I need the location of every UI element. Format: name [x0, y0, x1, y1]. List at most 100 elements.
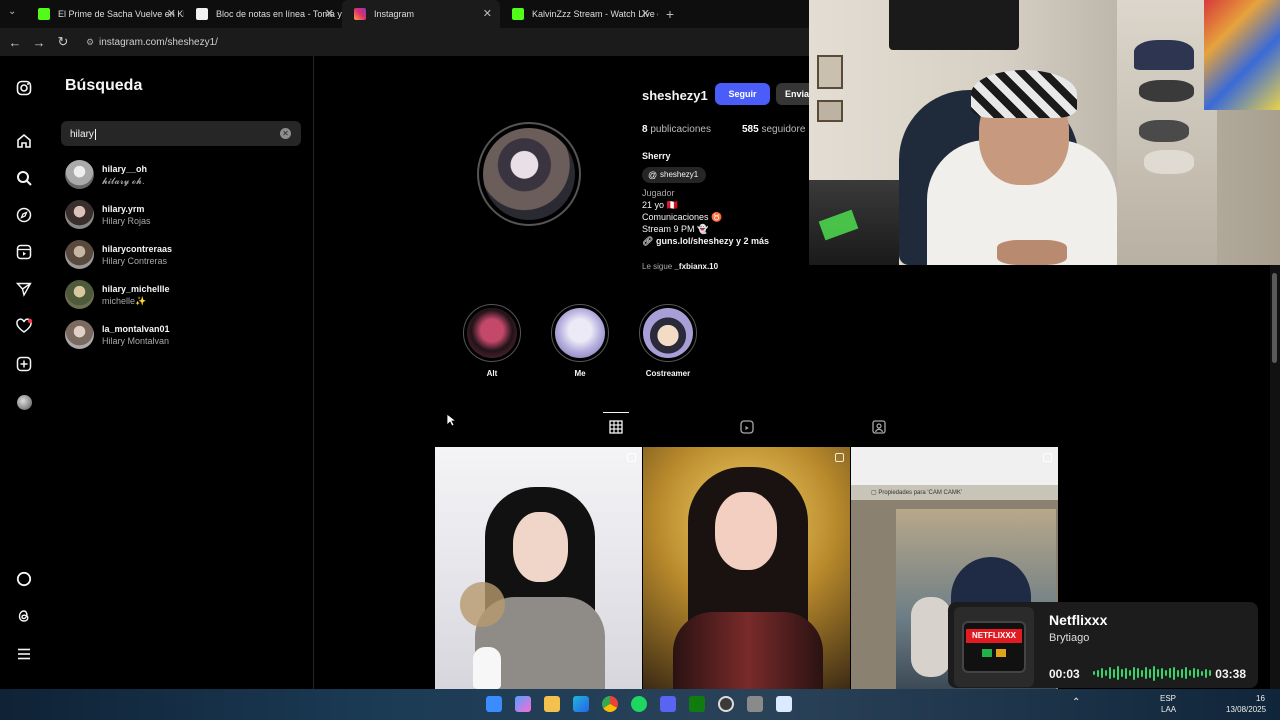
file-explorer-icon[interactable]	[544, 696, 560, 712]
current-time: 00:03	[1049, 667, 1080, 681]
reels-icon[interactable]	[14, 244, 34, 264]
keyboard-language[interactable]: ESP	[1160, 694, 1176, 703]
result-fullname: Hilary Rojas	[102, 216, 151, 226]
result-username: la_montalvan01	[102, 324, 170, 334]
waveform-bar	[1165, 670, 1167, 676]
waveform-bar	[1181, 668, 1183, 678]
post-thumbnail[interactable]	[435, 447, 642, 689]
xbox-icon[interactable]	[689, 696, 705, 712]
album-art: NETFLIXXX	[954, 607, 1034, 687]
notifications-heart-icon[interactable]	[14, 318, 34, 338]
waveform-bar	[1193, 668, 1195, 678]
kick-favicon-icon	[512, 8, 524, 20]
search-result[interactable]: hilary_michellle michelle✨	[65, 280, 295, 312]
carousel-icon	[835, 453, 844, 462]
waveform-bar	[1117, 666, 1119, 680]
forward-arrow-icon[interactable]: →	[27, 35, 51, 50]
close-tab-icon[interactable]: ✕	[641, 7, 650, 20]
search-result[interactable]: la_montalvan01 Hilary Montalvan	[65, 320, 295, 352]
profile-avatar-icon[interactable]	[14, 393, 34, 413]
tab-list-chevron-icon[interactable]: ⌄	[8, 6, 16, 17]
spotify-icon[interactable]	[631, 696, 647, 712]
track-title: Netflixxx	[1049, 612, 1108, 628]
track-artist: Brytiago	[1049, 632, 1090, 644]
new-tab-button[interactable]: +	[658, 6, 682, 22]
story-highlight[interactable]: Me	[550, 304, 610, 378]
result-fullname: 𝓱𝓲𝓵𝓪𝓻𝔂 𝓸𝓱.	[102, 176, 145, 186]
instagram-logo-icon[interactable]	[14, 80, 34, 100]
explore-icon[interactable]	[14, 207, 34, 227]
avatar	[65, 320, 94, 349]
waveform-bar	[1093, 671, 1095, 675]
back-arrow-icon[interactable]: ←	[3, 35, 27, 50]
reload-icon[interactable]: ↻	[51, 34, 75, 50]
mouse-cursor-icon	[446, 413, 456, 427]
site-info-icon[interactable]: ⚙	[81, 37, 99, 48]
waveform-bar	[1113, 668, 1115, 678]
waveform-bar	[1133, 666, 1135, 680]
story-highlight[interactable]: Alt	[462, 304, 522, 378]
tab-kick-stream[interactable]: KalvinZzz Stream - Watch Live o ✕	[500, 0, 658, 28]
threads-icon[interactable]	[14, 571, 34, 591]
followed-by[interactable]: Le sigue _fxbianx.10	[642, 262, 718, 271]
close-tab-icon[interactable]: ✕	[167, 7, 176, 20]
close-tab-icon[interactable]: ✕	[483, 7, 492, 20]
search-input[interactable]: hilary ✕	[61, 121, 301, 146]
clear-search-icon[interactable]: ✕	[280, 128, 291, 139]
instagram-favicon-icon	[354, 8, 366, 20]
obs-icon[interactable]	[718, 696, 734, 712]
copilot-icon[interactable]	[515, 696, 531, 712]
threads-handle-pill[interactable]: sheshezy1	[642, 167, 707, 183]
home-icon[interactable]	[14, 133, 34, 153]
settings-icon[interactable]	[747, 696, 763, 712]
menu-icon[interactable]	[14, 646, 34, 666]
messages-icon[interactable]	[14, 281, 34, 301]
tagged-tab-icon[interactable]	[870, 420, 888, 438]
start-windows-icon[interactable]	[486, 696, 502, 712]
waveform-bar	[1189, 670, 1191, 676]
result-username: hilary_michellle	[102, 284, 170, 294]
url-field[interactable]: ⚙ instagram.com/sheshezy1/	[81, 32, 761, 52]
waveform-bar	[1145, 667, 1147, 679]
profile-avatar[interactable]	[477, 122, 581, 226]
waveform-bar	[1185, 667, 1187, 679]
waveform-bar	[1097, 669, 1099, 677]
audio-waveform[interactable]	[1093, 665, 1213, 681]
waveform-bar	[1173, 666, 1175, 680]
highlight-label: Alt	[486, 369, 498, 378]
search-result[interactable]: hilary__oh 𝓱𝓲𝓵𝓪𝓻𝔂 𝓸𝓱.	[65, 160, 295, 192]
notepad-favicon-icon	[196, 8, 208, 20]
story-highlight[interactable]: Costreamer	[638, 304, 698, 378]
followers-stat[interactable]: 585 seguidore	[742, 124, 805, 135]
search-result[interactable]: hilary.yrm Hilary Rojas	[65, 200, 295, 232]
tab-kick[interactable]: El Prime de Sacha Vuelve en Ki ✕	[26, 0, 184, 28]
edge-icon[interactable]	[573, 696, 589, 712]
notepad-icon[interactable]	[776, 696, 792, 712]
reels-tab-icon[interactable]	[738, 420, 756, 438]
clock-date[interactable]: 13/08/2025	[1226, 705, 1266, 714]
post-thumbnail[interactable]	[643, 447, 850, 689]
posts-grid-icon[interactable]	[603, 412, 629, 438]
chrome-icon[interactable]	[602, 696, 618, 712]
page-scrollbar[interactable]	[1270, 265, 1280, 689]
discord-icon[interactable]	[660, 696, 676, 712]
clock-time[interactable]: 16	[1256, 694, 1265, 703]
follow-button[interactable]: Seguir	[715, 83, 770, 105]
bio-link[interactable]: 🔗︎ guns.lol/sheshezy y 2 más	[642, 236, 769, 247]
tab-instagram[interactable]: Instagram ✕	[342, 0, 500, 28]
webcam-overlay	[809, 0, 1280, 265]
tab-notepad[interactable]: Bloc de notas en línea - Toma y ✕	[184, 0, 342, 28]
tab-title: Instagram	[374, 9, 415, 19]
highlight-label: Costreamer	[645, 369, 691, 378]
tab-title: Bloc de notas en línea - Toma y	[216, 9, 342, 19]
kick-favicon-icon	[38, 8, 50, 20]
search-icon[interactable]	[14, 170, 34, 190]
search-result[interactable]: hilarycontreraas Hilary Contreras	[65, 240, 295, 272]
close-tab-icon[interactable]: ✕	[325, 7, 334, 20]
waveform-bar	[1137, 668, 1139, 678]
search-panel: Búsqueda hilary ✕ hilary__oh 𝓱𝓲𝓵𝓪𝓻𝔂 𝓸𝓱. …	[48, 56, 314, 689]
threads-app-icon[interactable]	[14, 608, 34, 628]
create-icon[interactable]	[14, 356, 34, 376]
tray-chevron-icon[interactable]: ⌃	[1072, 697, 1080, 708]
waveform-bar	[1169, 668, 1171, 678]
